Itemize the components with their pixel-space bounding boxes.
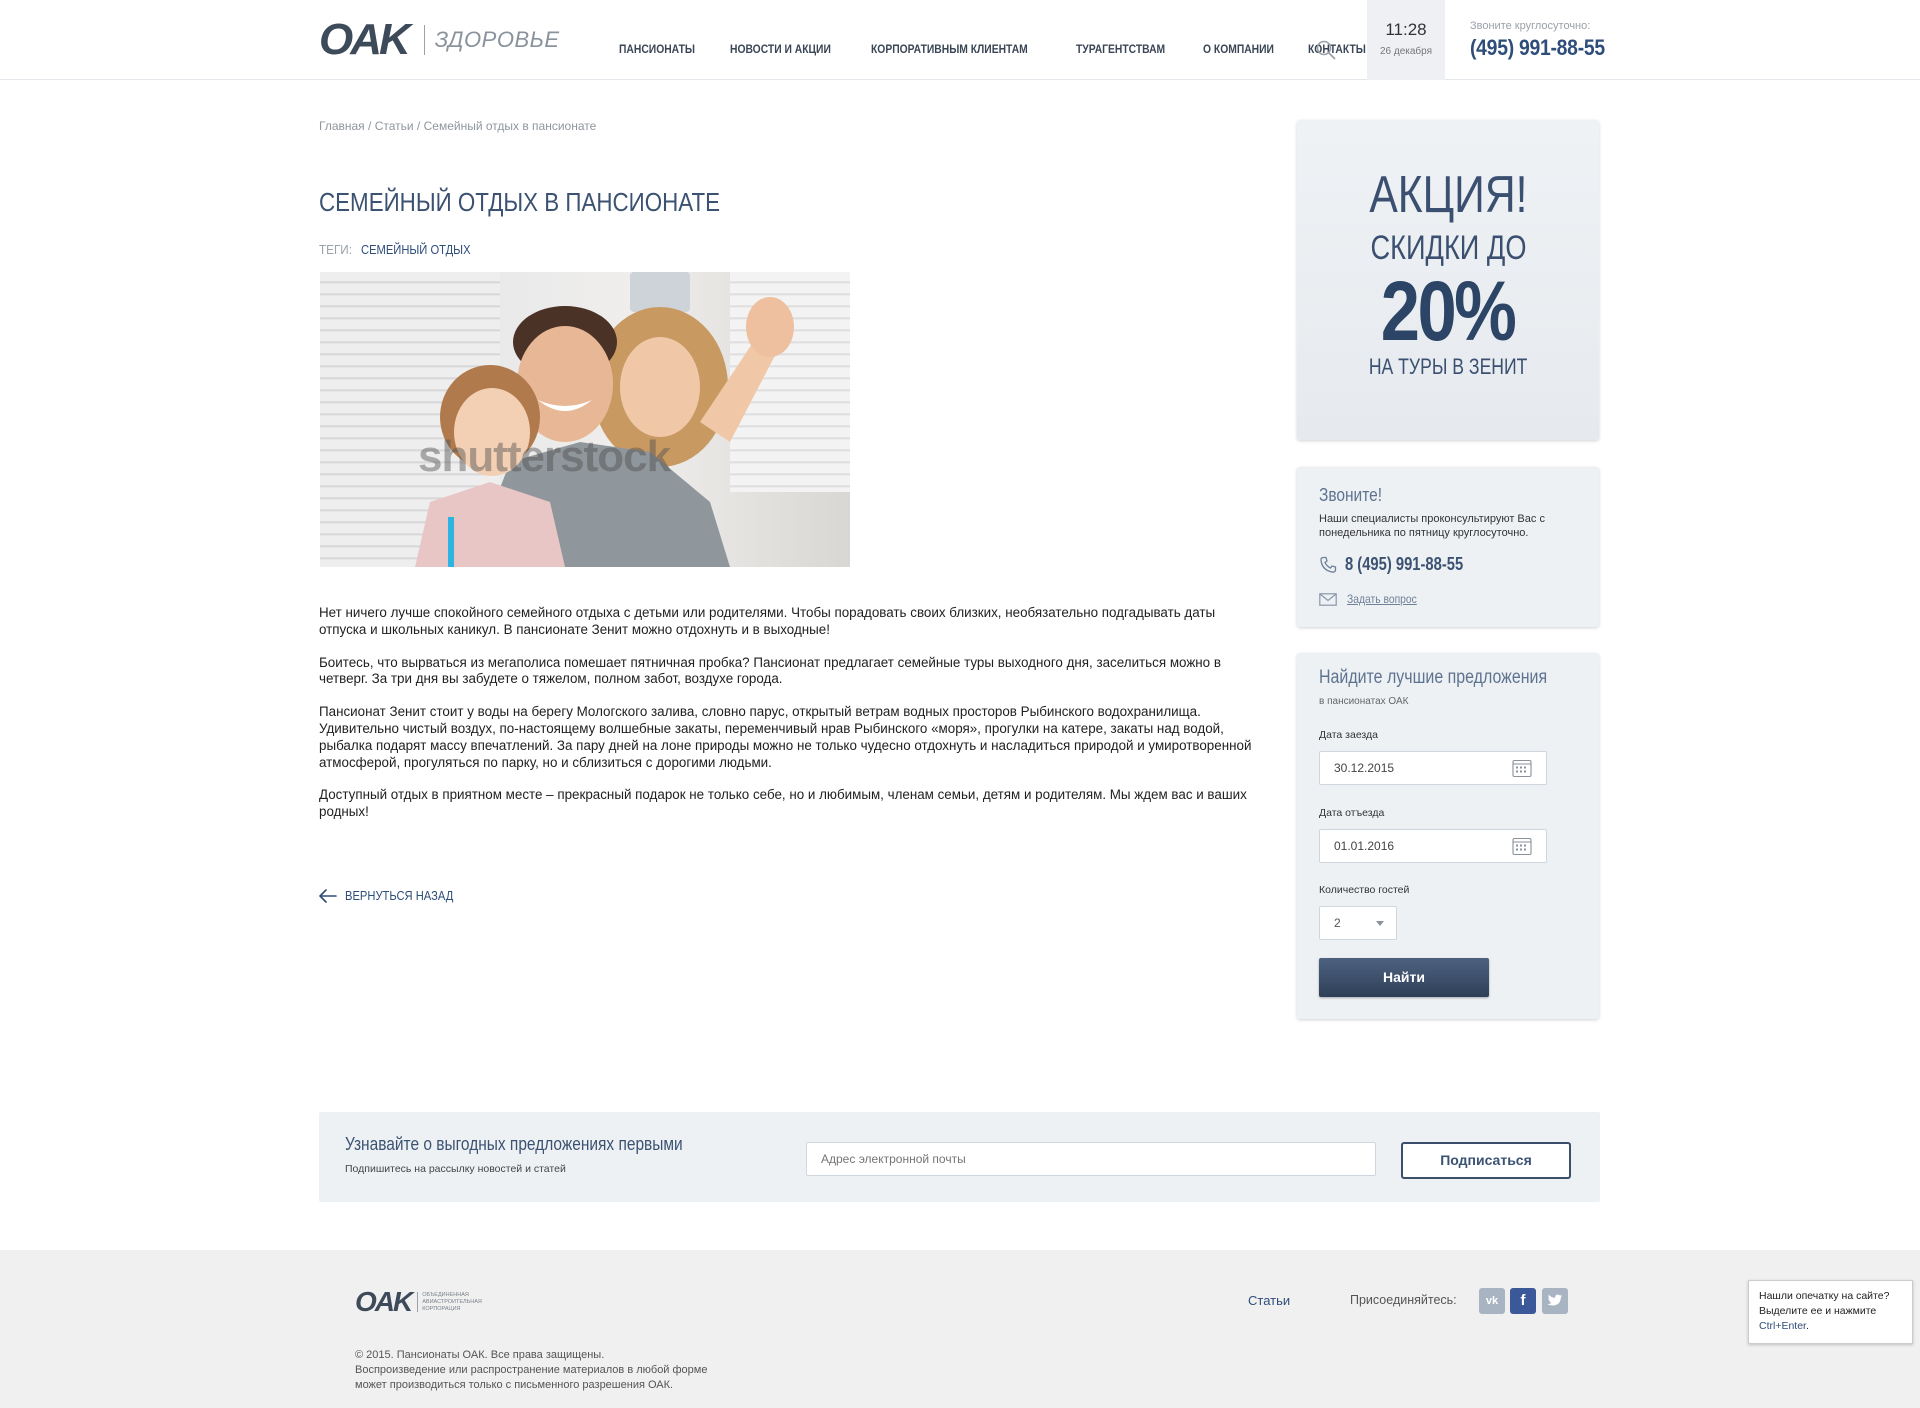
breadcrumb-home[interactable]: Главная	[319, 119, 365, 133]
call-title: Звоните!	[1319, 485, 1383, 505]
call-box: Звоните! Наши специалисты проконсультиру…	[1297, 467, 1599, 627]
breadcrumb-articles[interactable]: Статьи	[375, 119, 414, 133]
image-watermark: shutterstock	[418, 432, 671, 481]
typo-note-hotkey-line: Ctrl+Enter.	[1759, 1319, 1902, 1334]
site-header: OAK ЗДОРОВЬЕ ПАНСИОНАТЫ НОВОСТИ И АКЦИИ …	[0, 0, 1920, 80]
calendar-icon[interactable]	[1512, 836, 1532, 856]
promo-discount-label: СКИДКИ ДО	[1370, 229, 1526, 267]
article-paragraph: Доступный отдых в приятном месте – прекр…	[319, 787, 1247, 820]
guests-select[interactable]: 2	[1319, 906, 1397, 940]
call-phone-number: 8 (495) 991-88-55	[1345, 554, 1464, 574]
ask-question-link[interactable]: Задать вопрос	[1347, 592, 1417, 606]
chevron-down-icon	[1376, 921, 1384, 926]
article-body: Нет ничего лучше спокойного семейного от…	[319, 605, 1254, 837]
promo-destination: НА ТУРЫ В ЗЕНИТ	[1368, 354, 1528, 379]
typo-note-line: Выделите ее и нажмите	[1759, 1305, 1877, 1317]
footer-logo-mark: OAK	[355, 1286, 413, 1317]
search-icon[interactable]	[1316, 40, 1336, 60]
logo-subtitle: ЗДОРОВЬЕ	[434, 27, 560, 52]
logo-divider	[423, 25, 425, 55]
clock-time: 11:28	[1385, 20, 1427, 39]
search-box-title: Найдите лучшие предложения	[1319, 667, 1548, 688]
search-box-subtitle: в пансионатах ОАК	[1319, 696, 1409, 707]
promo-headline: АКЦИЯ!	[1368, 166, 1528, 224]
page-title: СЕМЕЙНЫЙ ОТДЫХ В ПАНСИОНАТЕ	[319, 187, 721, 217]
email-input[interactable]	[821, 1152, 1361, 1166]
checkin-field[interactable]	[1319, 751, 1547, 785]
logo-mark: OAK	[319, 15, 411, 64]
clock-widget: 11:28 26 декабря	[1367, 0, 1445, 80]
checkout-field[interactable]	[1319, 829, 1547, 863]
breadcrumb-separator: /	[364, 119, 375, 133]
article-image: shutterstock	[320, 272, 850, 567]
footer-logo-text: ОБЪЕДИНЕННАЯ АВИАСТРОИТЕЛЬНАЯ КОРПОРАЦИЯ	[422, 1291, 482, 1312]
header-phone-number[interactable]: (495) 991-88-55	[1470, 35, 1605, 61]
checkout-label: Дата отъезда	[1319, 807, 1385, 819]
email-field[interactable]	[806, 1142, 1376, 1176]
checkin-input[interactable]	[1334, 761, 1484, 775]
facebook-icon[interactable]: f	[1510, 1288, 1536, 1314]
mail-icon	[1319, 592, 1337, 606]
typo-hotkey: Ctrl+Enter	[1759, 1320, 1806, 1332]
phone-caption: Звоните круглосуточно:	[1470, 20, 1591, 32]
tags-label: ТЕГИ:	[319, 242, 352, 257]
subscribe-subtitle: Подпишитесь на рассылку новостей и стате…	[345, 1163, 566, 1175]
nav-item-about[interactable]: О КОМПАНИИ	[1203, 42, 1274, 56]
footer-join-label: Присоединяйтесь:	[1350, 1293, 1457, 1307]
typo-note-dot: .	[1805, 1320, 1809, 1332]
find-button[interactable]: Найти	[1319, 958, 1489, 997]
offer-search-box: Найдите лучшие предложения в пансионатах…	[1297, 653, 1599, 1019]
article-paragraph: Пансионат Зенит стоит у воды на берегу М…	[319, 704, 1252, 770]
family-selfie-illustration	[415, 272, 794, 567]
typo-note-line: Нашли опечатку на сайте?	[1759, 1290, 1890, 1302]
article-paragraph: Нет ничего лучше спокойного семейного от…	[319, 605, 1216, 637]
promo-banner[interactable]: АКЦИЯ! СКИДКИ ДО 20% НА ТУРЫ В ЗЕНИТ	[1297, 120, 1599, 440]
main-nav: ПАНСИОНАТЫ НОВОСТИ И АКЦИИ КОРПОРАТИВНЫМ…	[619, 42, 1398, 56]
nav-item-news[interactable]: НОВОСТИ И АКЦИИ	[730, 42, 831, 56]
breadcrumb-current: Семейный отдых в пансионате	[423, 119, 597, 133]
article-paragraph: Боитесь, что вырваться из мегаполиса пом…	[319, 654, 1221, 687]
ask-question[interactable]: Задать вопрос	[1319, 592, 1428, 606]
site-footer: OAK ОБЪЕДИНЕННАЯ АВИАСТРОИТЕЛЬНАЯ КОРПОР…	[0, 1250, 1920, 1408]
copyright-line: может производиться только с письменного…	[355, 1379, 674, 1391]
promo-discount-value: 20%	[1381, 264, 1517, 358]
nav-item-corporate[interactable]: КОРПОРАТИВНЫМ КЛИЕНТАМ	[871, 42, 1028, 56]
twitter-icon[interactable]	[1542, 1288, 1568, 1314]
checkin-label: Дата заезда	[1319, 729, 1378, 741]
calendar-icon[interactable]	[1512, 758, 1532, 778]
nav-item-pensionaty[interactable]: ПАНСИОНАТЫ	[619, 42, 695, 56]
copyright-line: Воспроизведение или распространение мате…	[355, 1364, 708, 1376]
subscribe-title: Узнавайте о выгодных предложениях первым…	[345, 1134, 683, 1154]
guests-label: Количество гостей	[1319, 884, 1410, 896]
site-logo[interactable]: OAK ЗДОРОВЬЕ	[319, 15, 560, 64]
footer-link-articles[interactable]: Статьи	[1248, 1293, 1290, 1308]
clock-date: 26 декабря	[1379, 46, 1433, 57]
tag-link[interactable]: СЕМЕЙНЫЙ ОТДЫХ	[361, 242, 471, 257]
back-link-label: ВЕРНУТЬСЯ НАЗАД	[345, 888, 454, 903]
checkout-input[interactable]	[1334, 839, 1484, 853]
footer-copyright: © 2015. Пансионаты ОАК. Все права защище…	[355, 1348, 707, 1393]
breadcrumb-separator: /	[413, 119, 424, 133]
vk-icon[interactable]: vk	[1479, 1288, 1505, 1314]
phone-icon	[1320, 556, 1337, 573]
call-phone[interactable]: 8 (495) 991-88-55	[1319, 554, 1489, 575]
subscribe-bar: Узнавайте о выгодных предложениях первым…	[319, 1112, 1600, 1202]
back-link[interactable]: ВЕРНУТЬСЯ НАЗАД	[319, 888, 471, 903]
call-description: Наши специалисты проконсультируют Вас с …	[1319, 513, 1545, 539]
copyright-line: © 2015. Пансионаты ОАК. Все права защище…	[355, 1349, 605, 1361]
arrow-left-icon	[319, 888, 337, 903]
footer-logo[interactable]: OAK ОБЪЕДИНЕННАЯ АВИАСТРОИТЕЛЬНАЯ КОРПОР…	[355, 1288, 482, 1316]
footer-logo-divider	[417, 1292, 419, 1312]
nav-item-agencies[interactable]: ТУРАГЕНТСТВАМ	[1076, 42, 1165, 56]
breadcrumb: Главная / Статьи / Семейный отдых в панс…	[319, 119, 596, 133]
twitter-bird-glyph	[1547, 1294, 1563, 1306]
article-tags: ТЕГИ: СЕМЕЙНЫЙ ОТДЫХ	[319, 242, 489, 257]
guests-value: 2	[1334, 916, 1341, 930]
header-phone-block: Звоните круглосуточно: (495) 991-88-55	[1470, 20, 1623, 61]
subscribe-button[interactable]: Подписаться	[1401, 1142, 1571, 1179]
typo-report-note: Нашли опечатку на сайте? Выделите ее и н…	[1748, 1280, 1913, 1344]
